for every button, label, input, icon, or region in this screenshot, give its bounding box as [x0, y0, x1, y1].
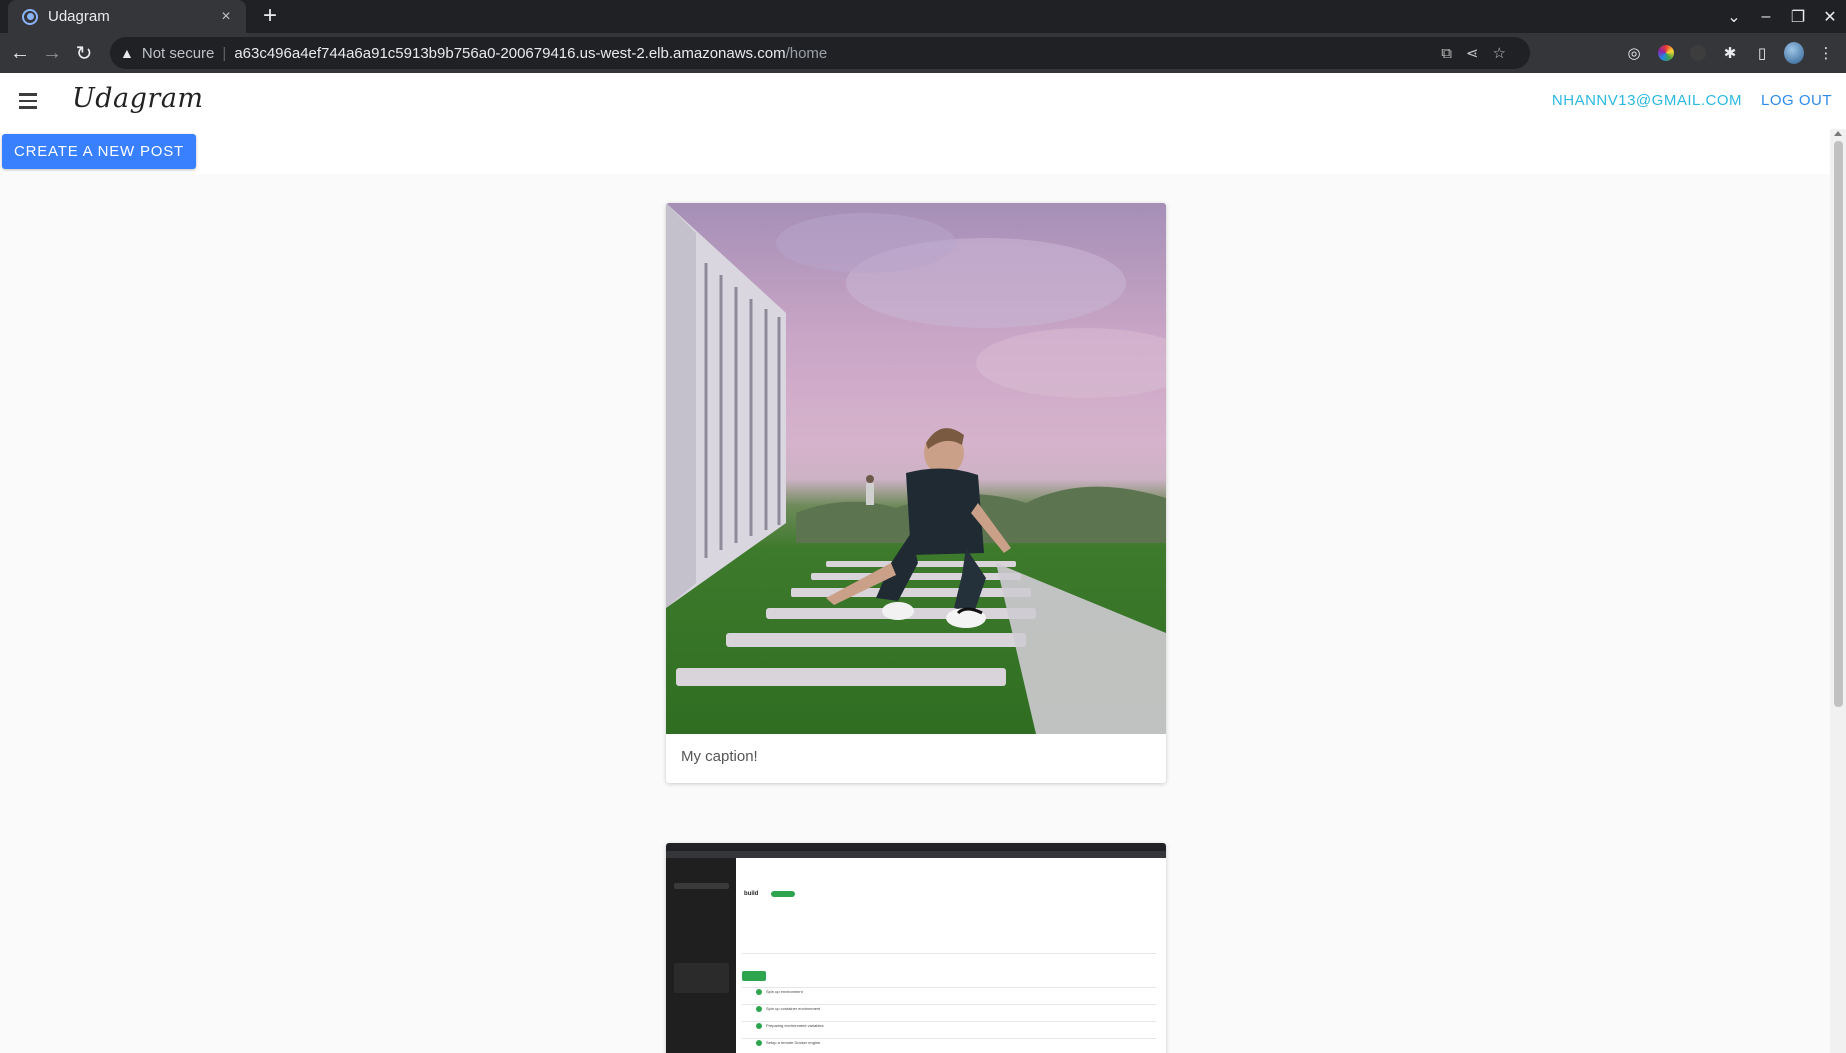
post-image: build Spin up environment Spin up contai…: [666, 843, 1166, 1053]
warning-icon[interactable]: ▲: [120, 45, 134, 61]
forward-icon[interactable]: →: [36, 37, 68, 69]
post-image: [666, 203, 1166, 734]
extensions-puzzle-icon[interactable]: ✱: [1720, 43, 1740, 63]
new-tab-button[interactable]: +: [258, 2, 282, 30]
tab-search-icon[interactable]: ⌄: [1718, 7, 1750, 27]
browser-menu-icon[interactable]: ⋮: [1816, 43, 1836, 63]
close-window-icon[interactable]: ✕: [1814, 7, 1846, 27]
minimize-icon[interactable]: –: [1750, 8, 1782, 26]
browser-toolbar: ← → ↻ ▲ Not secure | a63c496a4ef744a6a91…: [0, 33, 1846, 73]
omnibox-actions: ⧉ ⋖ ☆: [1441, 37, 1506, 69]
extension-color-icon[interactable]: [1656, 43, 1676, 63]
maximize-icon[interactable]: ❐: [1782, 7, 1814, 27]
security-label[interactable]: Not secure: [142, 45, 215, 62]
back-icon[interactable]: ←: [4, 37, 36, 69]
site-favicon-icon: [22, 8, 38, 25]
extension-dark-icon[interactable]: [1688, 43, 1708, 63]
omnibox-divider: |: [222, 44, 227, 62]
reload-icon[interactable]: ↻: [68, 37, 100, 69]
post-caption: My caption!: [681, 748, 758, 765]
browser-tab-strip: Udagram × + ⌄ – ❐ ✕: [0, 0, 1846, 33]
page-scrollbar[interactable]: [1830, 129, 1846, 1053]
scroll-up-arrow-icon[interactable]: [1834, 131, 1842, 136]
post-card: build Spin up environment Spin up contai…: [666, 843, 1166, 1053]
url-path: /home: [785, 44, 828, 62]
share-icon[interactable]: ⋖: [1466, 44, 1479, 62]
hamburger-menu-icon[interactable]: [16, 89, 40, 113]
post-card: My caption!: [666, 203, 1166, 783]
action-bar: CREATE A NEW POST: [0, 129, 1830, 174]
scroll-thumb[interactable]: [1834, 141, 1843, 707]
extension-target-icon[interactable]: ◎: [1624, 43, 1644, 63]
logout-button[interactable]: LOG OUT: [1761, 92, 1832, 109]
url-host: a63c496a4ef744a6a91c5913b9b756a0-2006794…: [234, 44, 786, 62]
create-post-button[interactable]: CREATE A NEW POST: [2, 134, 196, 169]
address-bar[interactable]: ▲ Not secure | a63c496a4ef744a6a91c5913b…: [110, 37, 1530, 69]
translate-icon[interactable]: ⧉: [1441, 45, 1452, 62]
tab-title: Udagram: [48, 8, 110, 25]
side-panel-icon[interactable]: ▯: [1752, 43, 1772, 63]
bookmark-star-icon[interactable]: ☆: [1493, 44, 1506, 62]
profile-avatar-icon[interactable]: [1784, 42, 1804, 64]
window-controls: ⌄ – ❐ ✕: [1718, 0, 1846, 33]
extension-icons: ◎ ✱ ▯ ⋮: [1624, 37, 1836, 69]
user-email-link[interactable]: NHANNV13@GMAIL.COM: [1552, 92, 1742, 109]
browser-tab[interactable]: Udagram ×: [8, 0, 246, 33]
brand-title: Udagram: [72, 83, 204, 114]
app-header: Udagram NHANNV13@GMAIL.COM LOG OUT: [0, 73, 1846, 129]
tab-close-icon[interactable]: ×: [216, 8, 236, 26]
feed: My caption! build Spin up environment Sp…: [0, 174, 1830, 1053]
